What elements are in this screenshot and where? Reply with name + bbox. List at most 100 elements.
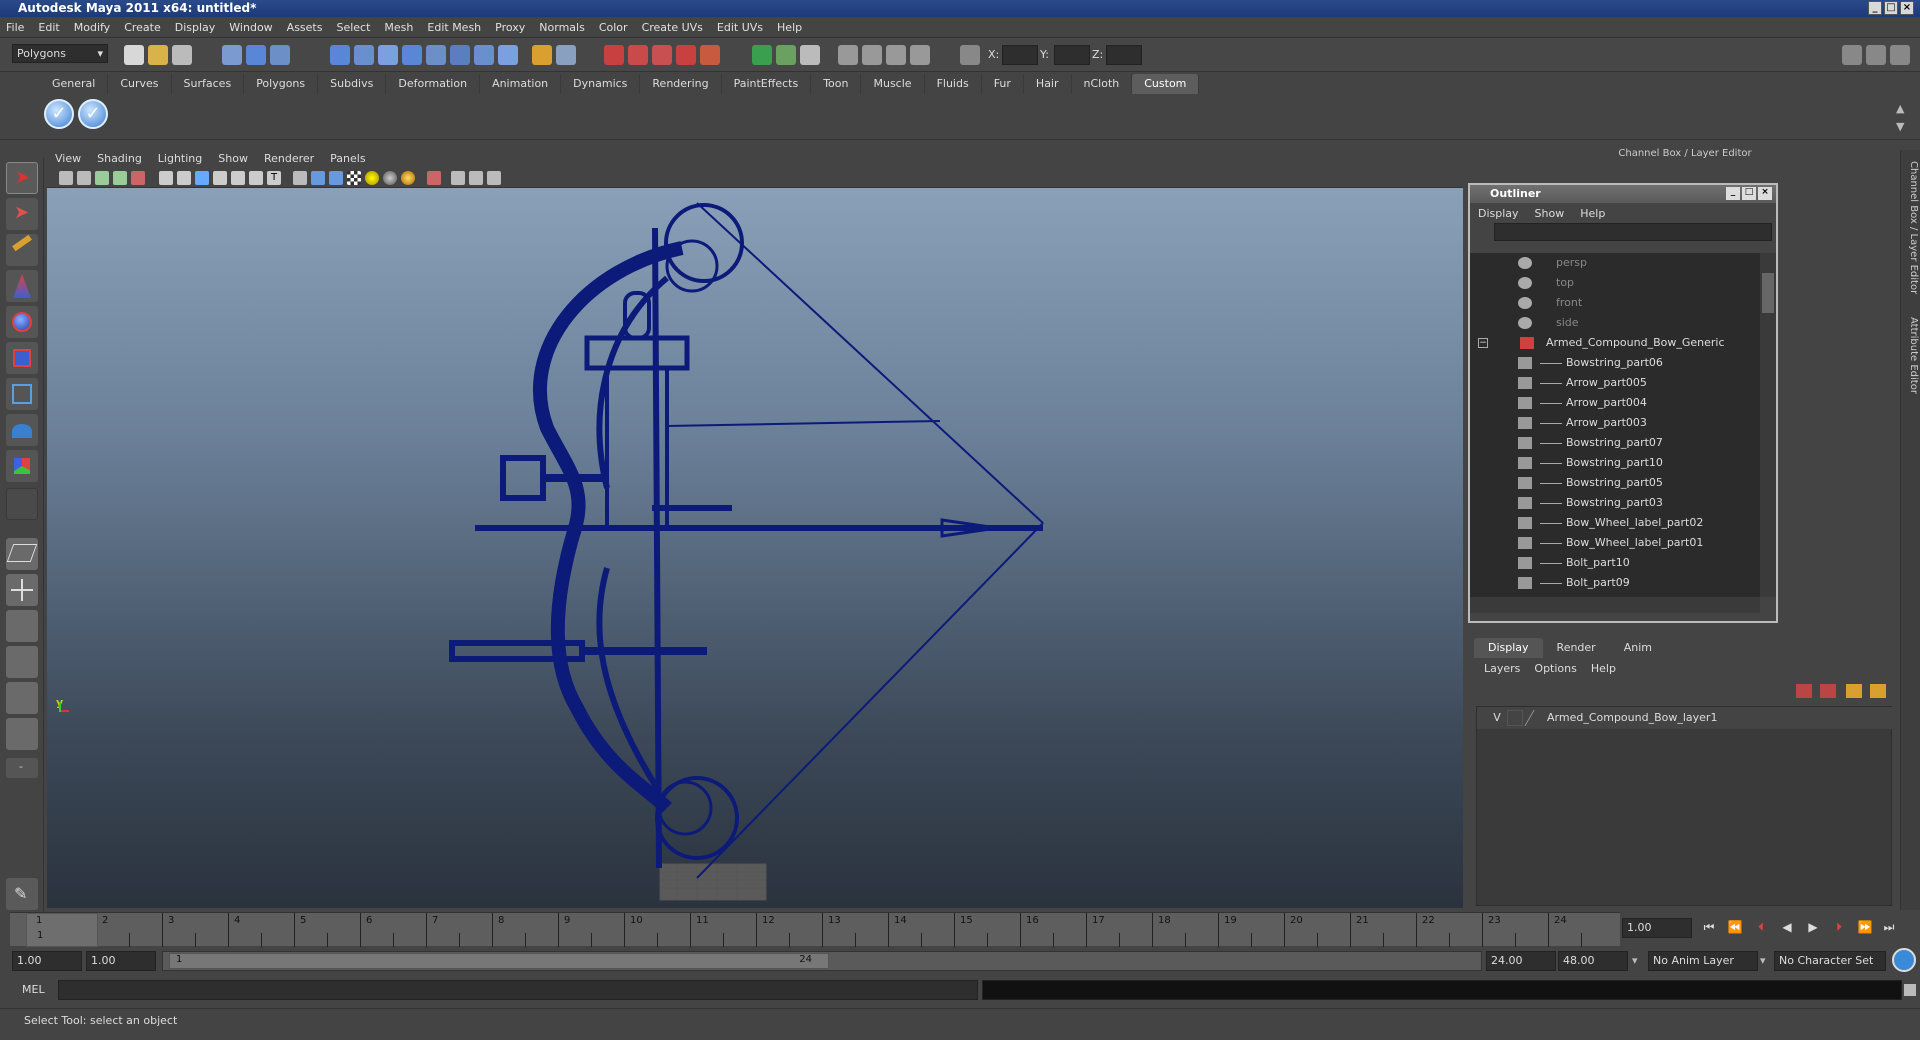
shelf-tab-hair[interactable]: Hair bbox=[1024, 74, 1072, 94]
menu-modify[interactable]: Modify bbox=[74, 21, 110, 34]
shelf-tab-dynamics[interactable]: Dynamics bbox=[561, 74, 641, 94]
custom-shelf-checkmark-icon[interactable]: ✓ bbox=[44, 99, 74, 129]
make-live-icon[interactable] bbox=[426, 45, 446, 65]
hypershade-persp-layout-icon[interactable] bbox=[6, 682, 38, 714]
shelf-tab-deformation[interactable]: Deformation bbox=[386, 74, 481, 94]
layer-color-icon[interactable] bbox=[1524, 710, 1548, 726]
outliner-item-group[interactable]: − Armed_Compound_Bow_Generic bbox=[1470, 333, 1760, 353]
shelf-tab-surfaces[interactable]: Surfaces bbox=[172, 74, 245, 94]
four-pane-layout-icon[interactable] bbox=[6, 574, 38, 606]
close-icon[interactable]: × bbox=[1900, 1, 1914, 15]
outliner-item[interactable]: Bow_Wheel_label_part02 bbox=[1470, 513, 1760, 533]
layer-menu-help[interactable]: Help bbox=[1591, 662, 1616, 675]
layer-playback-toggle[interactable] bbox=[1507, 710, 1523, 726]
open-scene-icon[interactable] bbox=[148, 45, 168, 65]
outliner-item[interactable]: Arrow_part003 bbox=[1470, 413, 1760, 433]
input-ops-icon[interactable] bbox=[474, 45, 494, 65]
save-scene-icon[interactable] bbox=[172, 45, 192, 65]
select-hierarchy-icon[interactable] bbox=[222, 45, 242, 65]
numeric-input-icon[interactable] bbox=[960, 45, 980, 65]
two-d-pan-zoom-icon[interactable] bbox=[131, 171, 145, 185]
go-to-end-icon[interactable]: ⏭ bbox=[1880, 918, 1898, 936]
menu-file[interactable]: File bbox=[6, 21, 24, 34]
collapse-icon[interactable]: − bbox=[1478, 338, 1488, 348]
outliner-item-front[interactable]: front bbox=[1470, 293, 1760, 313]
auto-key-icon[interactable] bbox=[1892, 948, 1916, 972]
viewport-menu-lighting[interactable]: Lighting bbox=[158, 152, 202, 165]
shelf-tab-custom[interactable]: Custom bbox=[1132, 74, 1200, 94]
textured-icon[interactable] bbox=[347, 171, 361, 185]
menu-edit[interactable]: Edit bbox=[38, 21, 59, 34]
menu-color[interactable]: Color bbox=[599, 21, 628, 34]
xform-select-icon[interactable] bbox=[910, 45, 930, 65]
menu-select[interactable]: Select bbox=[336, 21, 370, 34]
shelf-tab-general[interactable]: General bbox=[40, 74, 109, 94]
chevron-down-icon[interactable]: ▾ bbox=[1760, 954, 1766, 967]
channel-box-toggle-icon[interactable] bbox=[1890, 45, 1910, 65]
film-gate-icon[interactable] bbox=[177, 171, 191, 185]
shelf-tab-curves[interactable]: Curves bbox=[108, 74, 172, 94]
shelf-tab-fluids[interactable]: Fluids bbox=[925, 74, 982, 94]
tool-settings-toggle-icon[interactable] bbox=[1866, 45, 1886, 65]
input-line-icon[interactable] bbox=[752, 45, 772, 65]
y-field[interactable] bbox=[1054, 45, 1090, 65]
chevron-down-icon[interactable]: ▾ bbox=[1632, 954, 1638, 967]
outliner-menu-display[interactable]: Display bbox=[1478, 207, 1519, 220]
outliner-item[interactable]: Bow_Wheel_label_part01 bbox=[1470, 533, 1760, 553]
select-object-icon[interactable] bbox=[246, 45, 266, 65]
shelf-scroll-up-icon[interactable]: ▲ bbox=[1896, 102, 1904, 115]
gate-mask-icon[interactable] bbox=[213, 171, 227, 185]
construction-history-icon[interactable] bbox=[556, 45, 576, 65]
shelf-tab-subdivs[interactable]: Subdivs bbox=[318, 74, 387, 94]
shelf-tab-animation[interactable]: Animation bbox=[480, 74, 562, 94]
play-backwards-icon[interactable]: ◀ bbox=[1778, 918, 1796, 936]
menu-assets[interactable]: Assets bbox=[287, 21, 323, 34]
safe-title-icon[interactable]: T bbox=[267, 171, 281, 185]
smooth-shade-icon[interactable] bbox=[311, 171, 325, 185]
menu-mesh[interactable]: Mesh bbox=[384, 21, 413, 34]
new-scene-icon[interactable] bbox=[124, 45, 144, 65]
shelf-tab-toon[interactable]: Toon bbox=[811, 74, 862, 94]
render-view-icon[interactable] bbox=[700, 45, 720, 65]
xform-absolute-icon[interactable] bbox=[838, 45, 858, 65]
outliner-item[interactable]: Arrow_part004 bbox=[1470, 393, 1760, 413]
outliner-item[interactable]: Bowstring_part03 bbox=[1470, 493, 1760, 513]
menu-edit-uvs[interactable]: Edit UVs bbox=[717, 21, 763, 34]
layer-menu-layers[interactable]: Layers bbox=[1484, 662, 1520, 675]
viewport-menu-panels[interactable]: Panels bbox=[330, 152, 365, 165]
animation-start-field[interactable]: 1.00 bbox=[12, 951, 82, 971]
playback-end-field[interactable]: 24.00 bbox=[1486, 951, 1556, 971]
maximize-icon[interactable]: □ bbox=[1742, 187, 1756, 200]
new-layer-selected-icon[interactable] bbox=[1820, 684, 1836, 698]
snap-point-icon[interactable] bbox=[378, 45, 398, 65]
z-field[interactable] bbox=[1106, 45, 1142, 65]
shelf-tab-muscle[interactable]: Muscle bbox=[861, 74, 925, 94]
outliner-item[interactable]: Bowstring_part10 bbox=[1470, 453, 1760, 473]
rename-icon[interactable] bbox=[776, 45, 796, 65]
select-component-icon[interactable] bbox=[270, 45, 290, 65]
viewport-menu-renderer[interactable]: Renderer bbox=[264, 152, 314, 165]
universal-manipulator-icon[interactable] bbox=[6, 378, 38, 410]
outliner-menu-help[interactable]: Help bbox=[1580, 207, 1605, 220]
maximize-icon[interactable]: □ bbox=[1884, 1, 1898, 15]
shelf-scroll-down-icon[interactable]: ▼ bbox=[1896, 120, 1904, 133]
render-frame-icon[interactable] bbox=[604, 45, 624, 65]
layer-menu-options[interactable]: Options bbox=[1534, 662, 1576, 675]
layer-move-up-icon[interactable] bbox=[1846, 684, 1862, 698]
xray-components-icon[interactable] bbox=[487, 171, 501, 185]
time-slider[interactable]: 1 2 3 4 5 6 7 8 9 10 11 12 13 14 15 16 1… bbox=[10, 912, 1620, 947]
single-pane-layout-icon[interactable] bbox=[6, 538, 38, 570]
lasso-tool-icon[interactable]: ➤ bbox=[6, 198, 38, 230]
shelf-tab-painteffects[interactable]: PaintEffects bbox=[722, 74, 812, 94]
outliner-item-persp[interactable]: persp bbox=[1470, 253, 1760, 273]
outliner-item-top[interactable]: top bbox=[1470, 273, 1760, 293]
new-layer-icon[interactable] bbox=[1796, 684, 1812, 698]
field-chart-icon[interactable] bbox=[231, 171, 245, 185]
wireframe-toggle-icon[interactable] bbox=[293, 171, 307, 185]
isolate-select-icon[interactable] bbox=[427, 171, 441, 185]
graph-persp-layout-icon[interactable] bbox=[6, 646, 38, 678]
help-question-icon[interactable] bbox=[498, 45, 518, 65]
menu-create-uvs[interactable]: Create UVs bbox=[642, 21, 703, 34]
move-tool-icon[interactable] bbox=[6, 270, 38, 302]
outliner-filter-input[interactable] bbox=[1494, 223, 1772, 241]
